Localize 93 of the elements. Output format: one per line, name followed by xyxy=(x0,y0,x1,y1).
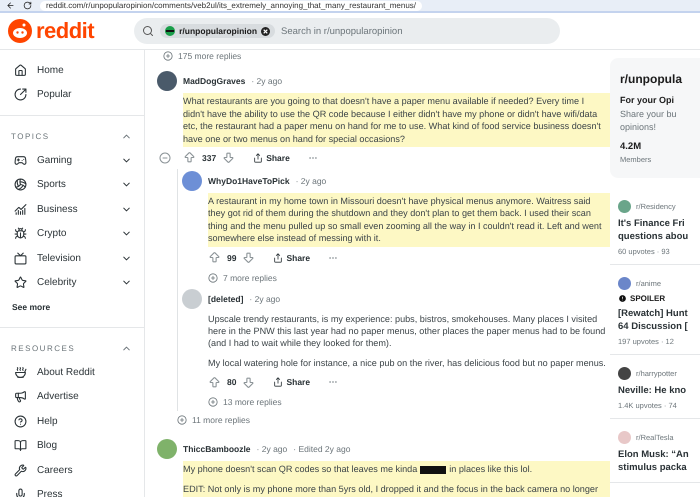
sidebar-item[interactable]: Blog xyxy=(8,434,144,458)
reload-icon[interactable] xyxy=(23,1,32,10)
sidebar-item[interactable]: Television xyxy=(8,246,144,270)
see-more-link[interactable]: See more xyxy=(8,295,144,319)
more-replies-link[interactable]: 13 more replies xyxy=(208,393,610,412)
alert-icon xyxy=(618,294,627,303)
tv-icon xyxy=(14,252,27,265)
sidebar-item[interactable]: Advertise xyxy=(8,384,144,409)
comment-meta: · Edited 2y ago xyxy=(293,444,350,454)
comment-text: EDIT: Not only is my phone more than 5yrs old, I dropped it and the focus in the back camera no longer xyxy=(183,482,599,495)
upvote-icon[interactable] xyxy=(208,376,221,389)
community-description: Share your bu opinions! xyxy=(620,108,678,134)
share-button[interactable]: Share xyxy=(267,250,316,265)
redaction-mark xyxy=(420,466,446,474)
help-icon xyxy=(14,414,27,428)
downvote-icon[interactable] xyxy=(222,151,236,164)
sidebar-item[interactable]: Press xyxy=(8,482,144,497)
comment-author[interactable]: [deleted] xyxy=(208,294,244,304)
vote-count: 337 xyxy=(202,152,216,163)
sidebar-item[interactable]: About Reddit xyxy=(8,360,144,384)
downvote-icon[interactable] xyxy=(242,376,256,389)
share-button[interactable]: Share xyxy=(247,150,296,165)
plus-circle-icon xyxy=(208,397,218,408)
search-placeholder: Search in r/unpopularopinion xyxy=(281,26,403,36)
chart-icon xyxy=(14,202,27,216)
share-icon xyxy=(253,152,264,163)
post-title[interactable]: [Rewatch] Hunt 64 Discussion [ xyxy=(618,307,700,333)
back-icon[interactable] xyxy=(6,1,15,10)
comment-text: My phone doesn't scan QR codes so that leaves me kinda in places like this lol. xyxy=(183,463,534,476)
upvote-icon[interactable] xyxy=(208,251,221,264)
section-header[interactable]: TOPICS xyxy=(8,124,144,148)
share-icon xyxy=(273,252,284,263)
search-field[interactable]: r/unpopularopinion Search in r/unpopularopinion xyxy=(134,18,560,44)
comment-author[interactable]: WhyDo1HaveToPick xyxy=(208,176,290,186)
avatar-circle[interactable] xyxy=(157,71,177,92)
more-replies-link[interactable]: 175 more replies xyxy=(163,50,610,62)
sidebar-item[interactable]: Celebrity xyxy=(8,270,144,295)
vote-count: 80 xyxy=(227,377,236,388)
comment-text: My local watering hole for instance, a nice pub on the river, has delicious food but no paper menus. xyxy=(208,356,606,370)
downvote-icon[interactable] xyxy=(242,251,256,264)
megaphone-icon xyxy=(14,390,27,404)
plus-circle-icon xyxy=(163,51,173,62)
nav-item[interactable]: Popular xyxy=(8,82,144,107)
address-bar[interactable]: reddit.com/r/unpopularopinion/comments/veb2ul/its_extremely_annoying_that_many_restaurant_menus/ xyxy=(40,0,422,10)
comment-meta: · 2y ago xyxy=(251,76,282,86)
more-replies-link[interactable]: 11 more replies xyxy=(177,411,610,430)
more-replies-link[interactable]: 7 more replies xyxy=(208,268,610,287)
community-heading: For your Opi xyxy=(620,95,675,105)
wrench-icon xyxy=(14,464,27,477)
comment-meta: · 2y ago xyxy=(296,176,326,186)
plus-circle-icon xyxy=(177,415,187,426)
community-chip[interactable]: r/unpopularopinion xyxy=(160,24,276,38)
nav-item[interactable]: Home xyxy=(8,58,144,82)
community-title[interactable]: r/unpopula xyxy=(620,72,700,86)
member-count: 4.2M xyxy=(620,141,642,152)
comment-text: What restaurants are you going to that doesn't have a paper menu available if needed? Every time I didn't have the ability to use the QR code because I either didn't have my phone or didn't have wifi/data etc, the restaurant had a paper menu on hand for me to use. What kind of food service business doesn't have one or two menus on hand for special occasions? xyxy=(183,95,602,145)
sidebar-item[interactable]: Sports xyxy=(8,172,144,197)
collapse-icon[interactable] xyxy=(159,152,171,164)
plus-circle-icon xyxy=(208,272,218,283)
comment-text: Upscale trendy restaurants, is my experience: pubs, bistros, smokehouses. Many places I visited here in the PNW this last year had no paper menus, other places the paper menus had to be found (and I had to wait while they looked for them). xyxy=(208,312,606,350)
bowl-icon xyxy=(14,366,27,379)
comment-text: A restaurant in my home town in Missouri doesn't have physical menus anymore. Waitress said they got rid of them during the shutdown and they don't plan to get them back. I used their scan thing and the menu pulled up so small even zooming all the way in I couldn't read it. Left and went somewhere else instead of messing with it. xyxy=(208,194,603,245)
comment-author[interactable]: ThiccBamboozle xyxy=(183,444,251,454)
book-icon xyxy=(14,439,27,452)
community-avatar[interactable] xyxy=(618,367,631,380)
sidebar-item[interactable]: Help xyxy=(8,409,144,434)
home-icon xyxy=(14,64,27,77)
post-title[interactable]: Elon Musk: “An stimulus packa xyxy=(618,448,700,474)
upvote-icon[interactable] xyxy=(183,151,196,164)
avatar-circle[interactable] xyxy=(182,170,202,191)
post-title[interactable]: It's Finance Fri questions abou xyxy=(618,217,700,243)
sidebar-item[interactable]: Careers xyxy=(8,458,144,482)
comment-meta: · 2y ago xyxy=(256,444,288,454)
sidebar-item[interactable]: Gaming xyxy=(8,148,144,172)
close-icon[interactable] xyxy=(261,26,270,36)
ball-icon xyxy=(14,178,27,192)
arrow-circle-icon xyxy=(14,88,27,102)
sidebar-item[interactable]: Business xyxy=(8,197,144,222)
comment-meta: · 2y ago xyxy=(249,294,280,304)
search-icon xyxy=(142,25,154,37)
comment-author[interactable]: MadDogGraves xyxy=(183,76,246,86)
bug-icon xyxy=(14,227,27,240)
section-header[interactable]: RESOURCES xyxy=(8,336,144,360)
share-button[interactable]: Share xyxy=(267,375,316,390)
sidebar-item[interactable]: Crypto xyxy=(8,222,144,246)
community-icon xyxy=(165,26,176,36)
post-title[interactable]: Neville: He kno xyxy=(618,384,700,397)
star-icon xyxy=(14,276,27,290)
vote-count: 99 xyxy=(227,252,236,263)
spoiler-tag: SPOILER xyxy=(618,294,700,303)
share-icon xyxy=(273,377,284,388)
gamepad-icon xyxy=(14,154,27,167)
alien-logo-icon[interactable] xyxy=(8,19,32,43)
